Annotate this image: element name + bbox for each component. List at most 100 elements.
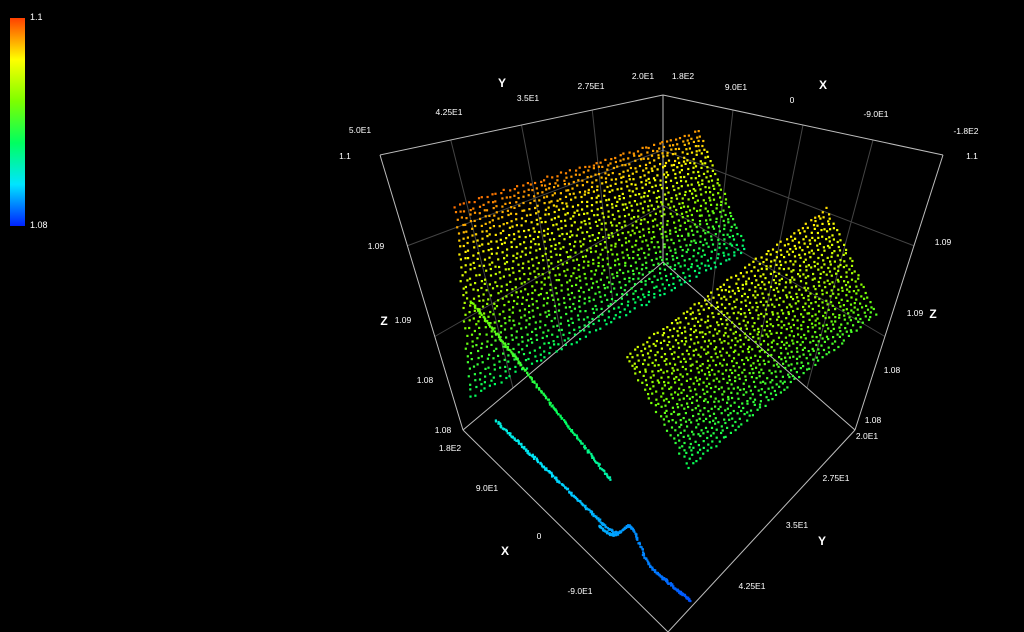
- data-point: [483, 381, 486, 384]
- back-grid-line-left: [521, 124, 564, 347]
- data-point: [767, 281, 771, 284]
- data-point: [654, 354, 657, 357]
- data-point: [683, 455, 686, 458]
- data-point: [667, 420, 670, 423]
- data-point: [578, 166, 581, 169]
- data-point: [590, 277, 593, 280]
- data-point: [660, 215, 663, 218]
- data-point: [663, 423, 666, 426]
- data-point: [674, 319, 677, 322]
- data-point: [825, 323, 828, 326]
- data-point: [698, 378, 701, 381]
- data-point: [762, 359, 765, 362]
- data-point: [684, 162, 687, 165]
- data-point: [582, 291, 585, 294]
- data-point: [661, 203, 664, 206]
- data-point: [735, 282, 738, 285]
- data-point: [842, 339, 845, 342]
- data-point: [568, 235, 572, 239]
- data-point: [573, 333, 577, 336]
- data-point: [490, 330, 493, 333]
- data-point: [683, 357, 686, 360]
- data-point: [743, 247, 746, 251]
- chart-3d-plot[interactable]: 2.0E12.75E13.5E14.25E15.0E11.8E29.0E10-9…: [0, 0, 1024, 632]
- data-point: [801, 227, 804, 230]
- data-point: [656, 379, 659, 382]
- data-point: [590, 209, 593, 212]
- data-point: [572, 215, 575, 218]
- data-point: [673, 286, 676, 290]
- data-point: [647, 227, 650, 230]
- data-point: [717, 238, 720, 241]
- data-point: [454, 211, 458, 214]
- data-point: [689, 369, 693, 372]
- data-point: [757, 330, 760, 333]
- data-point: [556, 335, 559, 338]
- data-point: [764, 382, 767, 385]
- data-point: [648, 277, 651, 280]
- data-point: [668, 362, 672, 365]
- data-point: [836, 240, 839, 244]
- data-point: [635, 220, 638, 223]
- data-point: [583, 212, 586, 215]
- data-point: [824, 286, 827, 289]
- data-point: [663, 287, 666, 290]
- data-point: [659, 272, 662, 275]
- data-point: [793, 377, 796, 380]
- data-point: [527, 357, 530, 361]
- data-point: [644, 347, 647, 350]
- data-point: [557, 279, 561, 282]
- data-point: [697, 145, 700, 148]
- data-point: [840, 323, 843, 326]
- data-point: [796, 319, 799, 322]
- data-point: [777, 365, 780, 368]
- data-point: [535, 218, 538, 221]
- data-point: [605, 323, 608, 326]
- data-point: [706, 155, 710, 158]
- data-point: [746, 411, 749, 414]
- data-point: [736, 392, 739, 395]
- data-point: [621, 244, 624, 247]
- data-point: [629, 166, 632, 170]
- data-point: [547, 329, 550, 332]
- data-point: [663, 246, 666, 249]
- data-point: [835, 272, 838, 275]
- data-point: [671, 335, 674, 338]
- data-point: [614, 259, 617, 262]
- data-point: [667, 174, 670, 177]
- data-point: [609, 162, 612, 165]
- data-point: [539, 326, 542, 329]
- data-point: [667, 336, 670, 339]
- data-point: [714, 422, 717, 425]
- data-point: [697, 302, 701, 305]
- data-point: [629, 264, 633, 267]
- data-point: [530, 240, 533, 243]
- data-point: [699, 324, 702, 327]
- data-point: [482, 250, 485, 253]
- data-point: [606, 298, 609, 301]
- data-point: [697, 444, 700, 447]
- data-point: [505, 430, 508, 433]
- data-point: [861, 321, 864, 324]
- data-point: [704, 207, 707, 210]
- data-point: [700, 152, 703, 155]
- data-point: [694, 388, 697, 391]
- data-point: [692, 382, 695, 385]
- data-point: [723, 295, 726, 298]
- data-point: [713, 373, 716, 376]
- data-point: [790, 350, 793, 353]
- data-point: [522, 353, 526, 356]
- data-point: [689, 377, 692, 381]
- data-point: [805, 282, 808, 285]
- data-point: [596, 208, 599, 211]
- data-point: [601, 248, 604, 251]
- data-point: [651, 281, 654, 284]
- y-tick-label: 3.5E1: [517, 93, 539, 103]
- data-point: [754, 286, 757, 289]
- data-point: [834, 308, 837, 311]
- data-point: [786, 296, 789, 299]
- data-point: [558, 481, 561, 484]
- data-point: [800, 324, 803, 327]
- data-point: [705, 417, 708, 420]
- data-point: [646, 194, 649, 198]
